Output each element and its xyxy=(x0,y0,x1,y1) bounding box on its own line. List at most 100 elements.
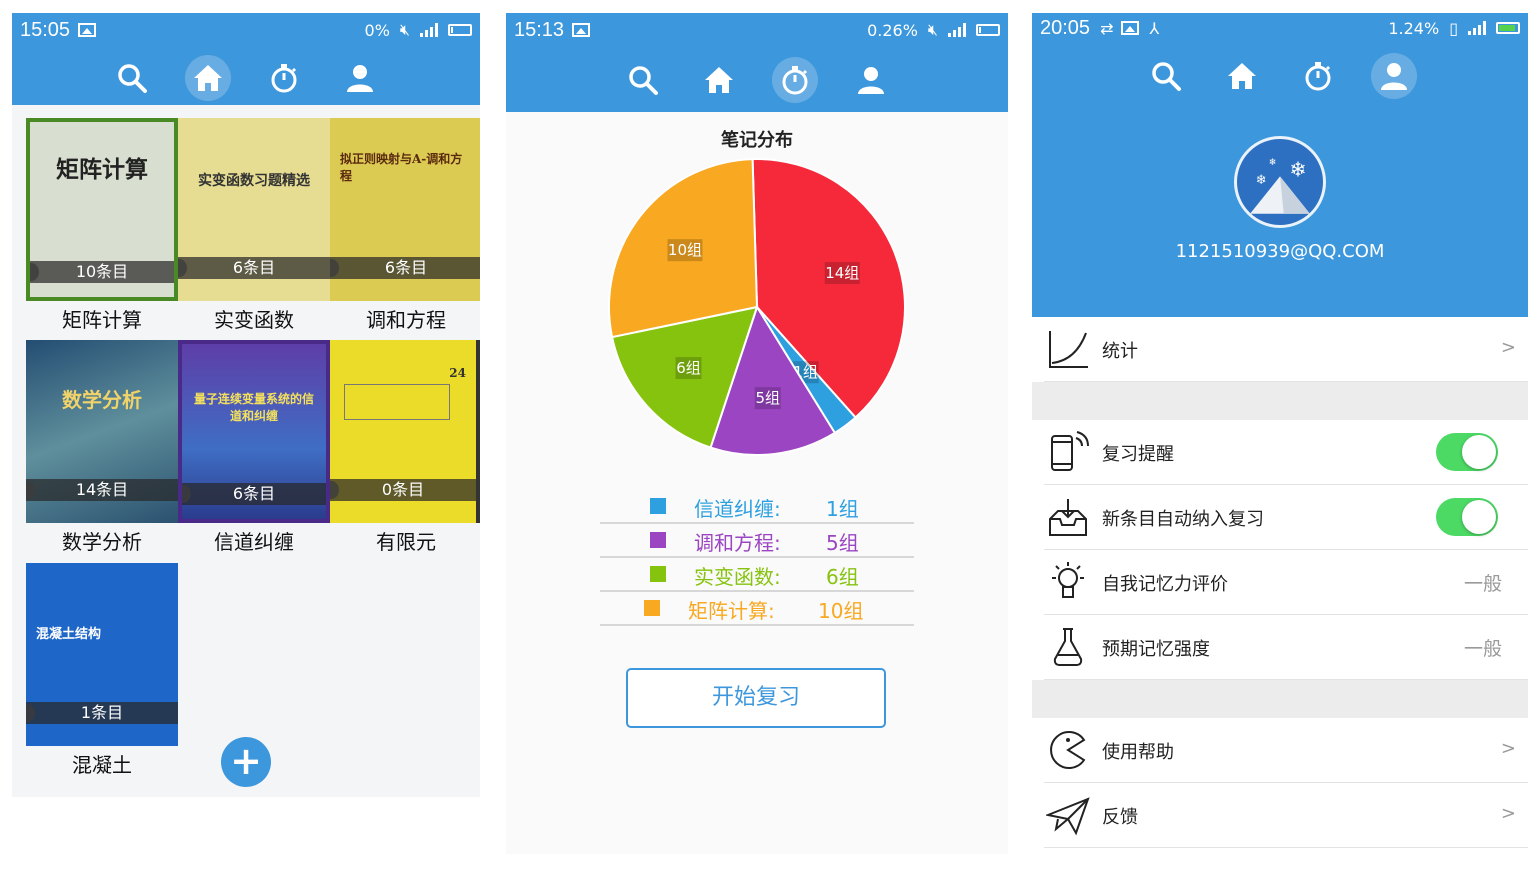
cover-title: 量子连续变量系统的信道和纠缠 xyxy=(193,392,314,423)
legend-name: 信道纠缠: xyxy=(694,497,781,521)
nav-timer-button[interactable] xyxy=(1295,53,1341,99)
entry-count: 0条目 xyxy=(330,479,476,501)
chevron-right-icon: > xyxy=(1500,337,1516,358)
toggle-knob xyxy=(1462,500,1496,534)
mute-icon: 🔇︎ xyxy=(399,20,410,39)
chart-legend: 信道纠缠: 1组 调和方程: 5组 实变函数: 6组 矩阵计算: 10组 xyxy=(600,490,914,626)
menu-label: 使用帮助 xyxy=(1102,742,1174,763)
battery-icon xyxy=(1496,22,1520,34)
network-speed: 1.24% xyxy=(1388,18,1440,38)
bookshelf-screen: 15:05 0% 🔇︎ 矩阵计算 10条目 矩阵计算 实变函数习题精选 6条目 … xyxy=(12,0,480,874)
menu-label: 统计 xyxy=(1102,341,1138,362)
book-cover: 数学分析 14条目 xyxy=(26,340,178,523)
chart-curve-icon xyxy=(1049,331,1088,368)
slice-label: 14组 xyxy=(825,264,859,282)
snow-mountain-icon: ❄ ❄ ❄ xyxy=(1250,157,1310,214)
menu-help[interactable]: 使用帮助 > xyxy=(1044,718,1528,783)
paper-plane-icon xyxy=(1046,797,1090,836)
cover-title: 拟正则映射与A-调和方程 xyxy=(340,152,463,183)
menu-label: 预期记忆强度 xyxy=(1102,639,1210,660)
nav-home-button[interactable] xyxy=(185,55,231,101)
start-review-button[interactable]: 开始复习 xyxy=(626,668,886,728)
entry-count: 6条目 xyxy=(182,483,326,505)
entry-count: 6条目 xyxy=(330,257,480,279)
menu-label: 反馈 xyxy=(1102,807,1138,828)
flask-icon xyxy=(1053,628,1083,666)
menu-self-evaluation[interactable]: 自我记忆力评价 一般 xyxy=(1044,550,1528,615)
usb-icon: ⇄ xyxy=(1100,18,1114,38)
nav-search-button[interactable] xyxy=(620,57,666,103)
book-name: 实变函数 xyxy=(214,308,294,332)
top-nav xyxy=(506,57,1008,103)
book-name: 数学分析 xyxy=(62,530,142,554)
book-name: 混凝土 xyxy=(72,753,132,777)
vibrate-icon: ▯ xyxy=(1449,18,1458,38)
image-notification-icon xyxy=(78,23,97,37)
network-speed: 0.26% xyxy=(867,20,918,40)
book-cover: 拟正则映射与A-调和方程 6条目 xyxy=(330,118,480,301)
nav-user-button[interactable] xyxy=(848,57,894,103)
menu-label: 新条目自动纳入复习 xyxy=(1102,509,1264,530)
auto-add-toggle[interactable] xyxy=(1436,498,1498,536)
review-reminder-toggle[interactable] xyxy=(1436,433,1498,471)
search-icon xyxy=(1152,62,1181,91)
phone-signal-icon xyxy=(1051,431,1089,471)
status-time: 20:05 xyxy=(1040,16,1091,39)
add-book-button[interactable]: + xyxy=(221,737,271,787)
book-cover: 实变函数习题精选 6条目 xyxy=(178,118,330,301)
nav-user-button[interactable] xyxy=(337,55,383,101)
signal-icon xyxy=(420,23,438,37)
book-name: 信道纠缠 xyxy=(214,530,294,554)
book-cover: 24 0条目 xyxy=(330,340,480,523)
image-notification-icon xyxy=(1121,21,1140,35)
avatar[interactable]: ❄ ❄ ❄ xyxy=(1234,136,1326,228)
legend-swatch xyxy=(644,600,660,616)
legend-name: 实变函数: xyxy=(694,565,781,589)
menu-auto-add: 新条目自动纳入复习 xyxy=(1044,485,1528,550)
legend-value: 5组 xyxy=(826,531,859,555)
book-cover: 量子连续变量系统的信道和纠缠 6条目 xyxy=(178,340,330,523)
section-divider xyxy=(1032,382,1528,420)
home-icon xyxy=(194,65,222,91)
nav-home-button[interactable] xyxy=(1219,53,1265,99)
svg-text:❄: ❄ xyxy=(1256,173,1267,188)
nav-timer-button[interactable] xyxy=(261,55,307,101)
search-icon xyxy=(118,64,147,93)
legend-swatch xyxy=(650,566,666,582)
nav-home-button[interactable] xyxy=(696,57,742,103)
menu-value: 一般 xyxy=(1463,573,1502,595)
home-icon xyxy=(705,67,733,93)
menu-review-reminder: 复习提醒 xyxy=(1044,420,1528,485)
lightbulb-icon xyxy=(1052,562,1084,598)
book-grid: 矩阵计算 10条目 矩阵计算 实变函数习题精选 6条目 实变函数 拟正则映射与A… xyxy=(12,105,480,797)
timer-icon xyxy=(271,64,297,93)
legend-value: 1组 xyxy=(826,497,859,521)
image-notification-icon xyxy=(572,23,591,37)
legend-row: 矩阵计算: 10组 xyxy=(600,592,914,626)
nav-search-button[interactable] xyxy=(1143,53,1189,99)
menu-feedback[interactable]: 反馈 > xyxy=(1044,783,1528,848)
cover-title: 实变函数习题精选 xyxy=(198,173,310,189)
slice-label: 6组 xyxy=(676,359,701,377)
settings-menu: 统计 > 复习提醒 新条目自动纳入复习 自我记忆力评价 一般 预期记忆强度 一般… xyxy=(1032,317,1528,848)
battery-icon xyxy=(448,24,472,36)
pie-chart: 14组1组5组6组10组 xyxy=(608,158,906,456)
timer-icon xyxy=(1305,62,1331,91)
nav-timer-button[interactable] xyxy=(772,57,818,103)
nav-search-button[interactable] xyxy=(109,55,155,101)
legend-swatch xyxy=(650,498,666,514)
user-icon xyxy=(858,67,884,94)
legend-name: 矩阵计算: xyxy=(688,599,775,623)
legend-swatch xyxy=(650,532,666,548)
network-speed: 0% xyxy=(364,20,390,40)
toggle-knob xyxy=(1462,435,1496,469)
menu-expected-strength[interactable]: 预期记忆强度 一般 xyxy=(1044,615,1528,680)
entry-count: 1条目 xyxy=(26,702,178,724)
menu-stats[interactable]: 统计 > xyxy=(1044,317,1528,382)
timer-icon xyxy=(782,66,808,95)
nav-user-button[interactable] xyxy=(1371,53,1417,99)
user-icon xyxy=(347,65,373,92)
svg-text:❄: ❄ xyxy=(1269,157,1277,168)
cover-label-box xyxy=(344,384,450,420)
app-header: 15:05 0% 🔇︎ xyxy=(12,13,480,105)
